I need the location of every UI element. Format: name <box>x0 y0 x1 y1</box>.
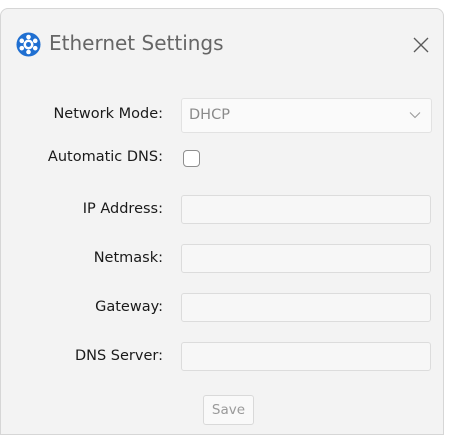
close-button[interactable] <box>405 29 437 61</box>
ethernet-settings-dialog: Ethernet Settings Network Mode: DHCP Aut… <box>0 8 444 435</box>
chevron-down-icon <box>409 112 421 119</box>
netmask-label: Netmask: <box>93 250 163 266</box>
close-icon <box>413 37 429 53</box>
title-bar: Ethernet Settings <box>1 9 443 79</box>
dns-server-label: DNS Server: <box>74 348 163 364</box>
netmask-field[interactable] <box>181 244 431 273</box>
window-title: Ethernet Settings <box>49 31 224 55</box>
network-mode-label: Network Mode: <box>53 106 163 122</box>
network-mode-select[interactable]: DHCP <box>181 98 432 133</box>
network-logo-icon <box>16 32 41 57</box>
automatic-dns-checkbox[interactable] <box>183 150 200 167</box>
gateway-label: Gateway: <box>95 299 163 315</box>
automatic-dns-label: Automatic DNS: <box>47 149 163 165</box>
network-mode-value: DHCP <box>189 107 230 123</box>
gateway-field[interactable] <box>181 293 431 322</box>
ip-address-field[interactable] <box>181 195 431 224</box>
dns-server-field[interactable] <box>181 342 431 371</box>
ip-address-label: IP Address: <box>82 201 163 217</box>
save-button[interactable]: Save <box>203 395 254 425</box>
